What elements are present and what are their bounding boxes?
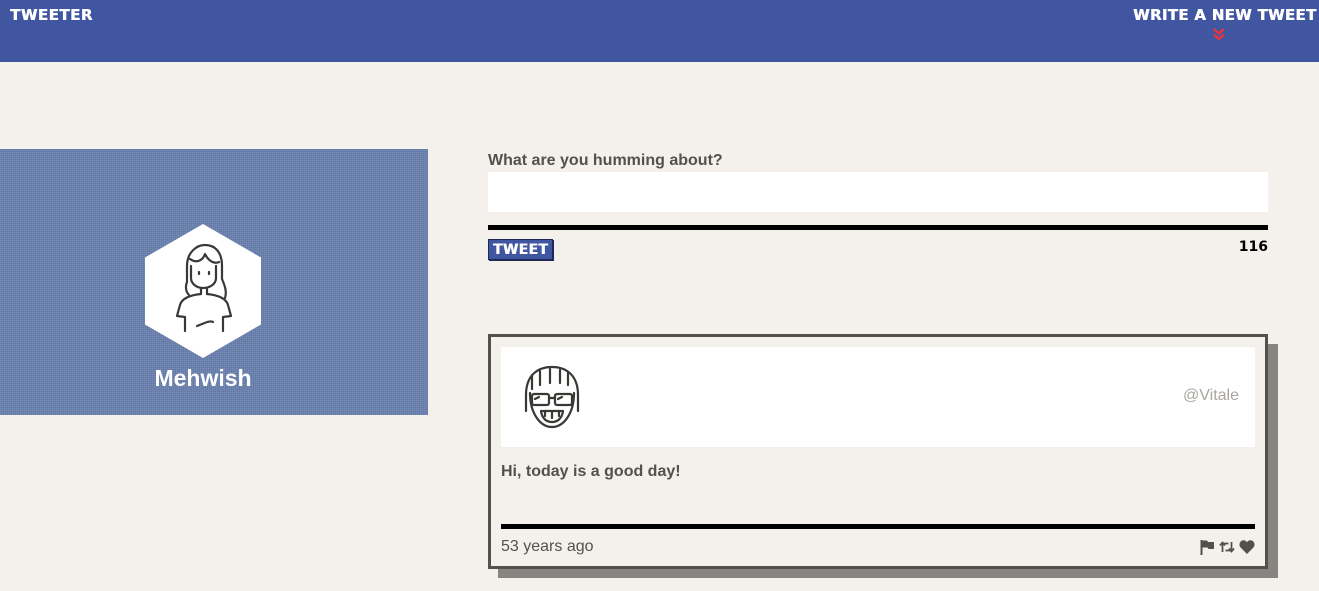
tweet-text-input[interactable]: [488, 172, 1268, 212]
write-new-tweet-label[interactable]: WRITE A NEW TWEET: [1133, 6, 1316, 24]
sunglasses-avatar-icon: [524, 365, 580, 429]
profile-name: Mehwish: [154, 365, 252, 391]
compose-toolbar: TWEET 116: [488, 230, 1268, 260]
tweet-timestamp: 53 years ago: [501, 538, 594, 555]
brand-logo[interactable]: TWEETER: [10, 6, 93, 24]
tweet-submit-button[interactable]: TWEET: [488, 239, 553, 260]
tweet-divider: [501, 524, 1255, 529]
top-nav: TWEETER WRITE A NEW TWEET: [0, 0, 1319, 62]
compose-form: What are you humming about? TWEET 116: [488, 152, 1268, 260]
tweet-author-handle: @Vitale: [1183, 387, 1239, 404]
compose-prompt-label: What are you humming about?: [488, 152, 723, 169]
tweet-header: @Vitale: [501, 347, 1255, 447]
flag-icon[interactable]: [1199, 539, 1215, 555]
character-counter: 116: [1238, 239, 1268, 255]
double-chevron-down-icon[interactable]: [1212, 27, 1226, 41]
profile-panel: Mehwish: [0, 149, 428, 415]
tweet-actions: [1199, 539, 1255, 555]
profile-avatar: [145, 224, 261, 358]
write-new-tweet-button[interactable]: WRITE A NEW TWEET: [1133, 6, 1316, 41]
retweet-icon[interactable]: [1219, 539, 1235, 555]
tweet-card: @Vitale Hi, today is a good day! 53 year…: [488, 334, 1268, 569]
heart-icon[interactable]: [1239, 539, 1255, 555]
tweet-text: Hi, today is a good day!: [501, 463, 681, 480]
